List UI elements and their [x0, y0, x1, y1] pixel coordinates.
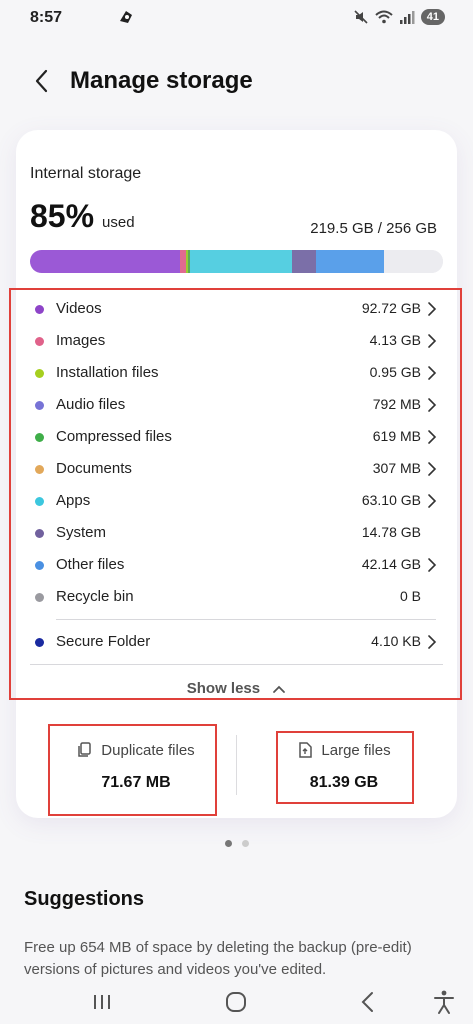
accessibility-button[interactable]: [430, 988, 458, 1016]
storage-capacity: 219.5 GB / 256 GB: [310, 220, 437, 237]
usage-percent: 85%: [30, 198, 95, 234]
storage-bar-segment: [30, 250, 180, 273]
page-indicator: [0, 840, 473, 850]
page-dot[interactable]: [224, 840, 232, 847]
app-notification-icon: [120, 11, 132, 23]
status-bar: 8:57 41: [0, 0, 473, 36]
status-time: 8:57: [30, 9, 63, 26]
battery-icon: 41: [420, 9, 445, 25]
storage-bar-segment: [190, 250, 293, 273]
navigation-bar: [0, 980, 473, 1024]
usage-used-label: used: [102, 214, 135, 231]
storage-label: Internal storage: [30, 165, 142, 182]
storage-bar-segment: [292, 250, 317, 273]
app-header: Manage storage: [0, 56, 473, 106]
suggestion-text[interactable]: Free up 654 MB of space by deleting the …: [24, 937, 444, 981]
storage-bar-segment: [384, 250, 443, 273]
back-nav-button[interactable]: [354, 988, 382, 1016]
highlight-large-files: [276, 731, 414, 804]
highlight-duplicate-files: [48, 724, 217, 816]
suggestions-title: Suggestions: [24, 888, 145, 910]
storage-bar-segment: [179, 250, 187, 273]
home-button[interactable]: [222, 988, 250, 1016]
status-icons: 41: [353, 9, 445, 25]
signal-icon: [399, 11, 415, 24]
tile-divider: [236, 735, 237, 795]
back-button[interactable]: [28, 66, 58, 96]
recent-apps-button[interactable]: [88, 988, 116, 1016]
mute-icon: [354, 10, 368, 24]
page-dot[interactable]: [241, 840, 249, 847]
highlight-category-list: [9, 288, 462, 700]
storage-usage-bar: [30, 250, 443, 273]
page-title: Manage storage: [70, 67, 253, 94]
storage-bar-segment: [316, 250, 385, 273]
wifi-icon: [375, 10, 393, 24]
usage-percent-row: 85% used: [30, 198, 135, 235]
